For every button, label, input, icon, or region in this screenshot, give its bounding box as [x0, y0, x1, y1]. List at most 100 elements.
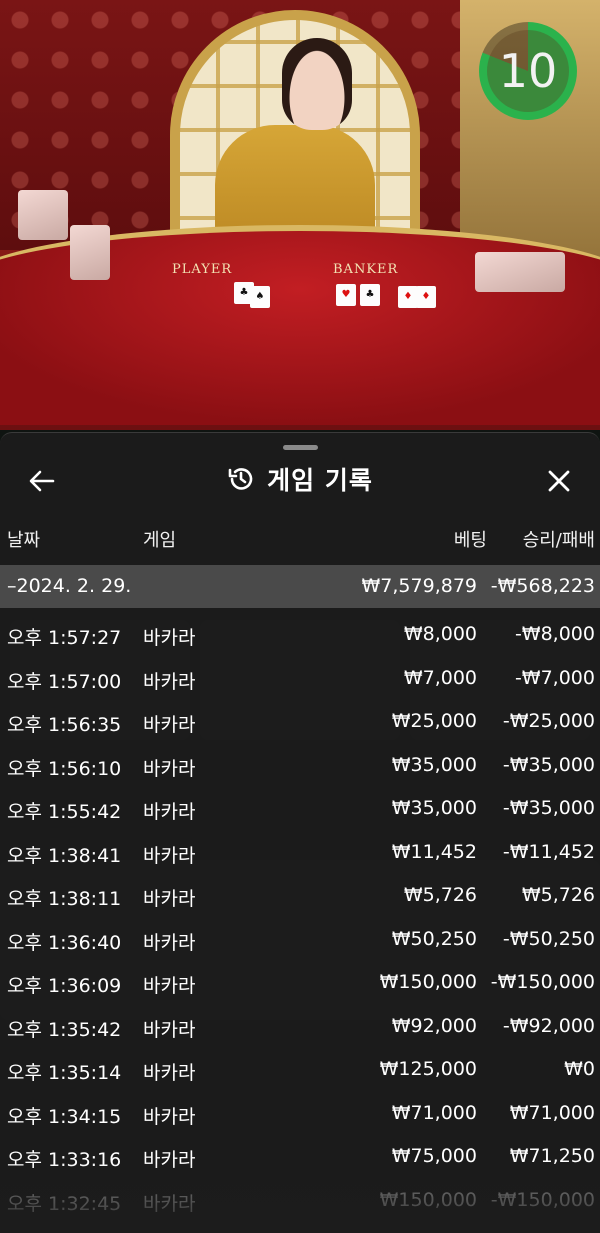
row-bet: ₩125,000 [379, 1058, 477, 1080]
row-bet: ₩11,452 [391, 840, 477, 863]
dealer-head [282, 38, 352, 130]
row-time: 오후 1:36:09 [7, 975, 122, 997]
banker-card: ♦ [416, 286, 436, 308]
row-bet: ₩92,000 [391, 1014, 477, 1037]
sheet-title: 게임 기록 [267, 466, 373, 495]
row-game: 바카라 [143, 627, 196, 649]
row-game: 바카라 [143, 931, 196, 954]
history-row[interactable]: 오후 1:57:27 바카라 ₩8,000 -₩8,000 [0, 611, 600, 655]
row-game: 바카라 [143, 975, 196, 997]
countdown-timer: 10 [479, 22, 577, 120]
banker-card: ♦ [398, 286, 418, 308]
history-row[interactable]: 오후 1:55:42 바카라 ₩35,000 -₩35,000 [0, 785, 600, 829]
close-button[interactable] [537, 459, 581, 503]
row-result: ₩0 [564, 1058, 595, 1080]
row-result: ₩71,000 [509, 1101, 595, 1124]
row-time: 오후 1:57:27 [7, 627, 122, 649]
history-row[interactable]: 오후 1:36:40 바카라 ₩50,250 -₩50,250 [0, 916, 600, 960]
row-result: -₩150,000 [490, 1188, 595, 1211]
card-shoe [475, 252, 565, 292]
row-result: ₩5,726 [521, 884, 595, 906]
date-group-row[interactable]: –2024. 2. 29. ₩7,579,879 -₩568,223 [0, 565, 600, 608]
row-time: 오후 1:56:10 [7, 757, 122, 780]
countdown-value: 10 [487, 30, 569, 112]
column-header-bet: 베팅 [453, 530, 487, 551]
row-bet: ₩75,000 [391, 1145, 477, 1167]
history-row[interactable]: 오후 1:33:16 바카라 ₩75,000 ₩71,250 [0, 1133, 600, 1177]
banker-table-label: BANKER [333, 262, 399, 277]
row-game: 바카라 [143, 1192, 196, 1215]
player-table-label: PLAYER [172, 262, 233, 277]
history-row[interactable]: 오후 1:38:41 바카라 ₩11,452 -₩11,452 [0, 829, 600, 873]
row-result: -₩7,000 [514, 666, 595, 689]
column-header-date: 날짜 [7, 530, 41, 551]
row-result: -₩11,452 [502, 840, 595, 863]
row-game: 바카라 [143, 714, 196, 736]
column-header-result: 승리/패배 [522, 530, 595, 551]
row-result: -₩35,000 [502, 797, 595, 819]
row-game: 바카라 [143, 844, 196, 867]
row-bet: ₩25,000 [391, 710, 477, 732]
row-time: 오후 1:36:40 [7, 931, 122, 954]
row-time: 오후 1:32:45 [7, 1192, 122, 1215]
row-time: 오후 1:38:11 [7, 888, 122, 910]
row-result: ₩71,250 [509, 1145, 595, 1167]
history-row[interactable]: 오후 1:32:45 바카라 ₩150,000 -₩150,000 [0, 1177, 600, 1221]
row-time: 오후 1:38:41 [7, 844, 122, 867]
row-game: 바카라 [143, 1018, 196, 1041]
history-row[interactable]: 오후 1:34:15 바카라 ₩71,000 ₩71,000 [0, 1090, 600, 1134]
row-bet: ₩7,000 [403, 666, 477, 689]
history-row[interactable]: 오후 1:56:35 바카라 ₩25,000 -₩25,000 [0, 698, 600, 742]
banker-card: ♣ [360, 284, 380, 306]
row-game: 바카라 [143, 888, 196, 910]
history-clock-icon [228, 468, 253, 490]
history-row[interactable]: 오후 1:35:42 바카라 ₩92,000 -₩92,000 [0, 1003, 600, 1047]
row-time: 오후 1:35:42 [7, 1018, 122, 1041]
date-group-total-bet: ₩7,579,879 [361, 575, 477, 597]
row-time: 오후 1:34:15 [7, 1105, 122, 1128]
row-time: 오후 1:56:35 [7, 714, 122, 736]
row-bet: ₩35,000 [391, 753, 477, 776]
row-game: 바카라 [143, 670, 196, 693]
row-game: 바카라 [143, 801, 196, 823]
row-time: 오후 1:33:16 [7, 1149, 122, 1171]
history-row[interactable]: 오후 1:36:09 바카라 ₩150,000 -₩150,000 [0, 959, 600, 1003]
history-row[interactable]: 오후 1:35:14 바카라 ₩125,000 ₩0 [0, 1046, 600, 1090]
row-bet: ₩150,000 [379, 971, 477, 993]
live-video: PLAYER BANKER ♣ ♠ ♥ ♣ ♦ ♦ 10 [0, 0, 600, 450]
row-result: -₩50,250 [502, 927, 595, 950]
row-result: -₩92,000 [502, 1014, 595, 1037]
banker-card: ♥ [336, 284, 356, 306]
game-history-sheet: 게임 기록 날짜 게임 베팅 승리/패배 –2024. 2. 29. ₩7,57… [0, 432, 600, 1233]
sheet-title-group: 게임 기록 [0, 461, 600, 497]
row-bet: ₩150,000 [379, 1188, 477, 1211]
close-icon [548, 470, 570, 492]
row-bet: ₩35,000 [391, 797, 477, 819]
column-header-game: 게임 [143, 530, 177, 551]
row-result: -₩35,000 [502, 753, 595, 776]
player-card: ♠ [250, 286, 270, 308]
row-time: 오후 1:55:42 [7, 801, 122, 823]
history-row[interactable]: 오후 1:57:00 바카라 ₩7,000 -₩7,000 [0, 655, 600, 699]
row-game: 바카라 [143, 1149, 196, 1171]
row-bet: ₩50,250 [391, 927, 477, 950]
date-group-date: –2024. 2. 29. [7, 575, 132, 597]
row-bet: ₩8,000 [403, 623, 477, 645]
history-row[interactable]: 오후 1:38:11 바카라 ₩5,726 ₩5,726 [0, 872, 600, 916]
row-time: 오후 1:35:14 [7, 1062, 122, 1084]
drag-handle[interactable] [283, 445, 318, 450]
row-result: -₩25,000 [502, 710, 595, 732]
card-holder [70, 225, 110, 280]
date-group-total-result: -₩568,223 [490, 575, 595, 597]
column-headers: 날짜 게임 베팅 승리/패배 [0, 526, 600, 554]
discard-tray [18, 190, 68, 240]
row-result: -₩150,000 [490, 971, 595, 993]
row-game: 바카라 [143, 757, 196, 780]
row-game: 바카라 [143, 1062, 196, 1084]
row-result: -₩8,000 [514, 623, 595, 645]
history-row[interactable]: 오후 1:56:10 바카라 ₩35,000 -₩35,000 [0, 742, 600, 786]
row-bet: ₩5,726 [403, 884, 477, 906]
history-list: 오후 1:57:27 바카라 ₩8,000 -₩8,000 오후 1:57:00… [0, 611, 600, 1220]
row-time: 오후 1:57:00 [7, 670, 122, 693]
row-bet: ₩71,000 [391, 1101, 477, 1124]
